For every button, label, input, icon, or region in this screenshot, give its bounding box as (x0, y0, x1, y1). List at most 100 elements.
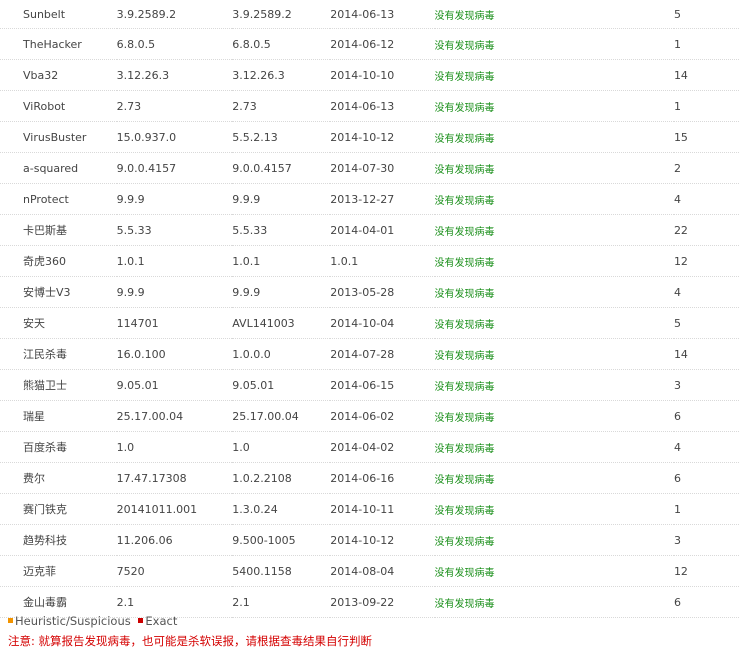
table-row: 熊猫卫士 9.05.01 9.05.01 2014-06-15 没有发现病毒 3 (0, 369, 739, 401)
signature-version-cell: 5400.1158 (232, 555, 331, 587)
signature-version-cell: 2.73 (232, 90, 331, 122)
engine-name-cell: a-squared (0, 152, 117, 184)
scan-time-cell: 5 (673, 0, 739, 29)
engine-name-cell: 迈克菲 (0, 555, 117, 587)
update-date-cell: 2013-09-22 (330, 586, 435, 618)
table-row: ViRobot 2.73 2.73 2014-06-13 没有发现病毒 1 (0, 90, 739, 122)
table-row: a-squared 9.0.0.4157 9.0.0.4157 2014-07-30 没… (0, 152, 739, 184)
engine-name-cell: 熊猫卫士 (0, 369, 117, 401)
scan-time-cell: 1 (673, 28, 739, 60)
scan-time-cell: 14 (673, 338, 739, 370)
signature-version-cell: 9.0.0.4157 (232, 152, 331, 184)
update-date-cell: 2014-06-13 (330, 90, 435, 122)
table-row: 金山毒霸 2.1 2.1 2013-09-22 没有发现病毒 6 (0, 586, 739, 618)
engine-name-cell: 奇虎360 (0, 245, 117, 277)
engine-version-cell: 16.0.100 (116, 338, 233, 370)
signature-version-cell: 6.8.0.5 (232, 28, 331, 60)
engine-name-cell: 赛门铁克 (0, 493, 117, 525)
update-date-cell: 2014-07-28 (330, 338, 435, 370)
scan-result-cell: 没有发现病毒 (434, 524, 674, 556)
legend: Heuristic/Suspicious Exact (8, 614, 181, 628)
engine-name-cell: 金山毒霸 (0, 586, 117, 618)
scan-result-cell: 没有发现病毒 (434, 214, 674, 246)
engine-version-cell: 9.0.0.4157 (116, 152, 233, 184)
update-date-cell: 2014-04-01 (330, 214, 435, 246)
signature-version-cell: 25.17.00.04 (232, 400, 331, 432)
scan-result-text: 没有发现病毒 (434, 133, 495, 145)
update-date-cell: 2014-06-16 (330, 462, 435, 494)
scan-time-cell: 14 (673, 59, 739, 91)
scan-result-text: 没有发现病毒 (434, 10, 495, 22)
update-date-cell: 2013-05-28 (330, 276, 435, 308)
table-row: 卡巴斯基 5.5.33 5.5.33 2014-04-01 没有发现病毒 22 (0, 214, 739, 246)
signature-version-cell: 3.12.26.3 (232, 59, 331, 91)
update-date-cell: 2014-06-12 (330, 28, 435, 60)
engine-version-cell: 9.9.9 (116, 276, 233, 308)
engine-name-cell: 卡巴斯基 (0, 214, 117, 246)
engine-name-cell: 费尔 (0, 462, 117, 494)
scan-time-cell: 4 (673, 431, 739, 463)
update-date-cell: 2014-08-04 (330, 555, 435, 587)
engine-version-cell: 17.47.17308 (116, 462, 233, 494)
table-row: TheHacker 6.8.0.5 6.8.0.5 2014-06-12 没有发现病毒 1 (0, 28, 739, 60)
engine-version-cell: 2.73 (116, 90, 233, 122)
scan-time-cell: 6 (673, 462, 739, 494)
scan-result-cell: 没有发现病毒 (434, 276, 674, 308)
scan-result-cell: 没有发现病毒 (434, 400, 674, 432)
scan-time-cell: 12 (673, 555, 739, 587)
scan-result-text: 没有发现病毒 (434, 164, 495, 176)
table-row: nProtect 9.9.9 9.9.9 2013-12-27 没有发现病毒 4 (0, 183, 739, 215)
signature-version-cell: 1.0.1 (232, 245, 331, 277)
table-row: 江民杀毒 16.0.100 1.0.0.0 2014-07-28 没有发现病毒 14 (0, 338, 739, 370)
signature-version-cell: AVL141003 (232, 307, 331, 339)
scan-result-cell: 没有发现病毒 (434, 28, 674, 60)
scan-result-text: 没有发现病毒 (434, 474, 495, 486)
engine-name-cell: 安博士V3 (0, 276, 117, 308)
signature-version-cell: 9.500-1005 (232, 524, 331, 556)
signature-version-cell: 5.5.33 (232, 214, 331, 246)
table-row: 百度杀毒 1.0 1.0 2014-04-02 没有发现病毒 4 (0, 431, 739, 463)
update-date-cell: 2014-10-12 (330, 524, 435, 556)
scan-time-cell: 12 (673, 245, 739, 277)
scan-result-text: 没有发现病毒 (434, 226, 495, 238)
signature-version-cell: 1.0.0.0 (232, 338, 331, 370)
scan-result-cell: 没有发现病毒 (434, 431, 674, 463)
scan-time-cell: 22 (673, 214, 739, 246)
update-date-cell: 1.0.1 (330, 245, 435, 277)
signature-version-cell: 3.9.2589.2 (232, 0, 331, 29)
scan-time-cell: 1 (673, 493, 739, 525)
update-date-cell: 2014-06-02 (330, 400, 435, 432)
table-row: 迈克菲 7520 5400.1158 2014-08-04 没有发现病毒 12 (0, 555, 739, 587)
scan-result-text: 没有发现病毒 (434, 381, 495, 393)
engine-version-cell: 2.1 (116, 586, 233, 618)
engine-version-cell: 6.8.0.5 (116, 28, 233, 60)
signature-version-cell: 5.5.2.13 (232, 121, 331, 153)
exact-color-square (138, 618, 144, 623)
exact-legend-label: Exact (145, 614, 178, 628)
scan-result-text: 没有发现病毒 (434, 567, 495, 579)
scan-results-table: Sunbelt 3.9.2589.2 3.9.2589.2 2014-06-13 没有发… (0, 0, 739, 618)
scan-result-cell: 没有发现病毒 (434, 555, 674, 587)
engine-version-cell: 114701 (116, 307, 233, 339)
scan-result-cell: 没有发现病毒 (434, 245, 674, 277)
update-date-cell: 2013-12-27 (330, 183, 435, 215)
signature-version-cell: 2.1 (232, 586, 331, 618)
scan-result-cell: 没有发现病毒 (434, 586, 674, 618)
signature-version-cell: 1.3.0.24 (232, 493, 331, 525)
scan-result-text: 没有发现病毒 (434, 319, 495, 331)
scan-result-text: 没有发现病毒 (434, 71, 495, 83)
engine-name-cell: 安天 (0, 307, 117, 339)
scan-time-cell: 6 (673, 400, 739, 432)
scan-result-cell: 没有发现病毒 (434, 462, 674, 494)
engine-version-cell: 9.9.9 (116, 183, 233, 215)
update-date-cell: 2014-10-11 (330, 493, 435, 525)
scan-time-cell: 3 (673, 524, 739, 556)
table-row: Sunbelt 3.9.2589.2 3.9.2589.2 2014-06-13 没有发… (0, 0, 739, 29)
scan-result-text: 没有发现病毒 (434, 505, 495, 517)
scan-result-cell: 没有发现病毒 (434, 59, 674, 91)
table-row: 安天 114701 AVL141003 2014-10-04 没有发现病毒 5 (0, 307, 739, 339)
table-row: Vba32 3.12.26.3 3.12.26.3 2014-10-10 没有发现病毒 1… (0, 59, 739, 91)
update-date-cell: 2014-10-10 (330, 59, 435, 91)
scan-time-cell: 3 (673, 369, 739, 401)
engine-name-cell: Sunbelt (0, 0, 117, 29)
